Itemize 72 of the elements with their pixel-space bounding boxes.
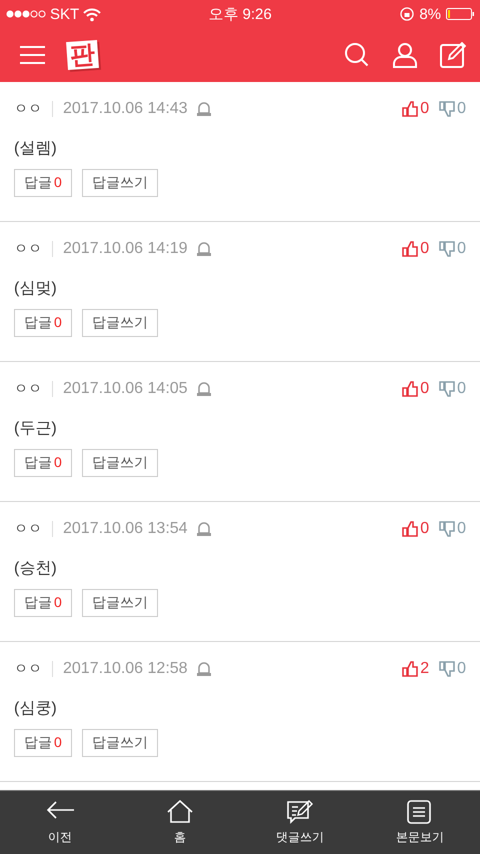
comment-date: 2017.10.06 14:05 <box>63 380 188 398</box>
thumbs-down-icon <box>439 241 456 257</box>
search-button[interactable] <box>344 42 370 68</box>
comment-date: 2017.10.06 13:54 <box>63 520 188 538</box>
author-name: ㅇㅇ <box>14 380 42 398</box>
bell-icon <box>196 521 212 537</box>
thumbs-down-icon <box>439 661 456 677</box>
report-icon[interactable] <box>196 521 212 537</box>
carrier-name: SKT <box>50 6 80 22</box>
like-button[interactable]: 0 <box>402 380 430 398</box>
reply-count-button[interactable]: 답글 0 <box>14 309 72 337</box>
thumbs-up-icon <box>402 521 418 537</box>
author-name: ㅇㅇ <box>14 100 42 118</box>
thumbs-up-icon <box>402 661 418 677</box>
like-button[interactable]: 0 <box>402 520 430 538</box>
comment-date: 2017.10.06 14:19 <box>63 240 188 258</box>
bell-icon <box>196 241 212 257</box>
battery-icon <box>446 8 474 20</box>
write-reply-button[interactable]: 답글쓰기 <box>82 449 158 477</box>
home-tab[interactable]: 홈 <box>120 791 240 854</box>
bell-icon <box>196 101 212 117</box>
report-icon[interactable] <box>196 661 212 677</box>
person-icon <box>392 42 418 68</box>
home-icon <box>166 800 194 824</box>
comment-text: (설렘) <box>14 139 58 159</box>
comment-text: (두근) <box>14 419 58 439</box>
reply-count-button[interactable]: 답글 0 <box>14 729 72 757</box>
thumbs-down-icon <box>439 101 456 117</box>
pencil-square-icon <box>440 42 466 68</box>
like-button[interactable]: 0 <box>402 100 430 118</box>
bell-icon <box>196 381 212 397</box>
comment-date: 2017.10.06 12:58 <box>63 660 188 678</box>
comment-text: (심쿵) <box>14 699 58 719</box>
comment-text: (심멎) <box>14 279 58 299</box>
report-icon[interactable] <box>196 381 212 397</box>
comment-date: 2017.10.06 14:43 <box>63 100 188 118</box>
comment-tab[interactable]: 댓글쓰기 <box>240 791 360 854</box>
article-tab[interactable]: 본문보기 <box>360 791 480 854</box>
write-reply-button[interactable]: 답글쓰기 <box>82 729 158 757</box>
write-reply-button[interactable]: 답글쓰기 <box>82 169 158 197</box>
back-tab[interactable]: 이전 <box>0 791 120 854</box>
author-name: ㅇㅇ <box>14 520 42 538</box>
write-button[interactable] <box>440 42 466 68</box>
speech-bubble-pencil-icon <box>286 800 314 824</box>
author-name: ㅇㅇ <box>14 240 42 258</box>
thumbs-up-icon <box>402 241 418 257</box>
battery-percent: 8% <box>419 6 441 22</box>
signal-icon <box>6 9 46 19</box>
menu-icon[interactable] <box>20 45 45 65</box>
like-button[interactable]: 2 <box>402 660 430 678</box>
wifi-icon <box>83 6 102 22</box>
thumbs-down-icon <box>439 381 456 397</box>
write-reply-button[interactable]: 답글쓰기 <box>82 309 158 337</box>
comment-text: (승천) <box>14 559 58 579</box>
search-icon <box>344 42 370 68</box>
rotation-lock-icon <box>400 7 414 21</box>
clock-time: 오후 9:26 <box>208 6 272 22</box>
like-button[interactable]: 0 <box>402 240 430 258</box>
app-logo[interactable]: 판 <box>66 40 99 70</box>
bell-icon <box>196 661 212 677</box>
thumbs-up-icon <box>402 101 418 117</box>
thumbs-down-icon <box>439 521 456 537</box>
reply-count-button[interactable]: 답글 0 <box>14 589 72 617</box>
thumbs-up-icon <box>402 381 418 397</box>
profile-button[interactable] <box>392 42 418 68</box>
report-icon[interactable] <box>196 241 212 257</box>
reply-count-button[interactable]: 답글 0 <box>14 169 72 197</box>
reply-count-button[interactable]: 답글 0 <box>14 449 72 477</box>
document-icon <box>406 800 434 824</box>
write-reply-button[interactable]: 답글쓰기 <box>82 589 158 617</box>
author-name: ㅇㅇ <box>14 660 42 678</box>
report-icon[interactable] <box>196 101 212 117</box>
